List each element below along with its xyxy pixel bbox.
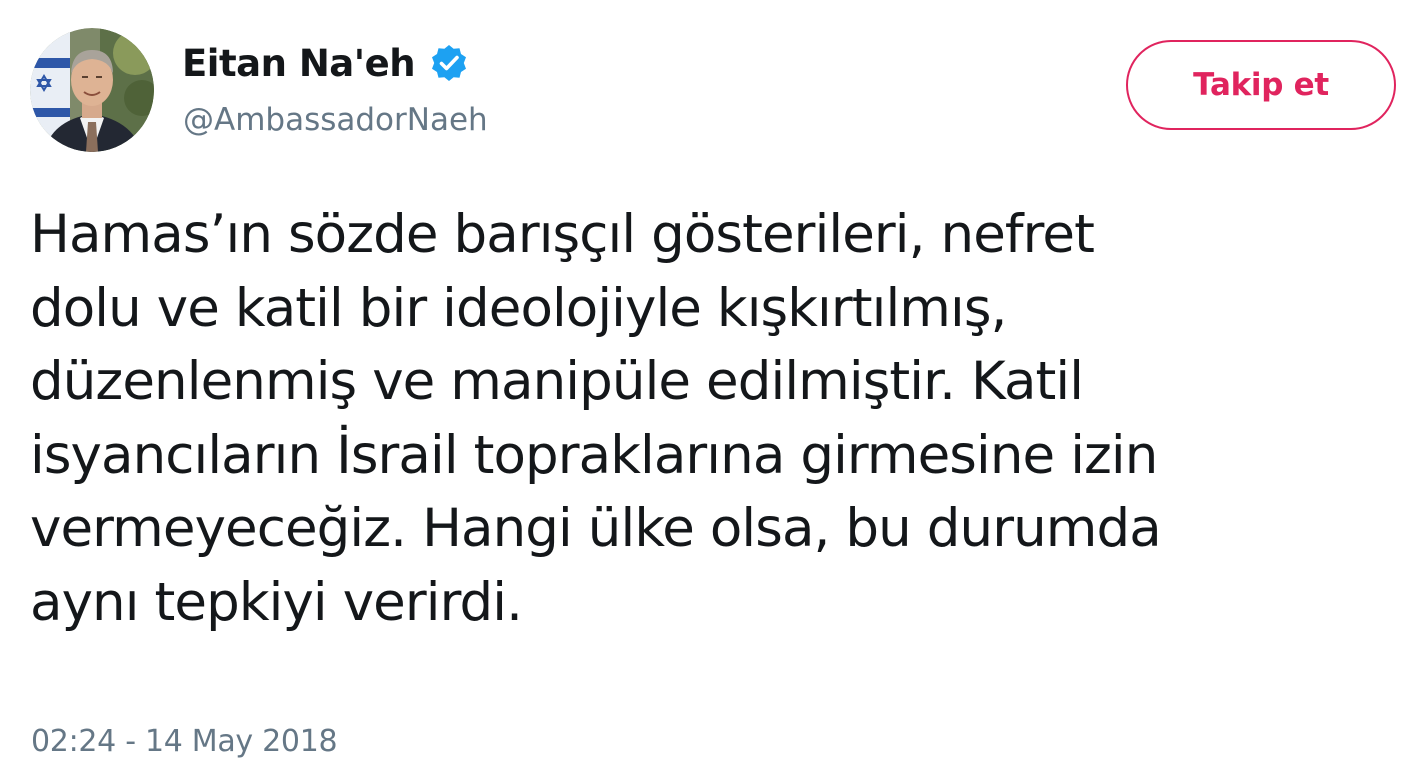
tweet-timestamp[interactable]: 02:24 - 14 May 2018 — [31, 724, 338, 759]
avatar[interactable] — [30, 28, 154, 152]
tweet-text: Hamas’ın sözde barışçıl gösterileri, nef… — [30, 204, 1162, 633]
follow-button[interactable]: Takip et — [1126, 40, 1396, 130]
tweet-card: Eitan Na'eh @AmbassadorNaeh Takip et Ham… — [0, 0, 1420, 775]
avatar-image — [30, 28, 154, 152]
author-name-row[interactable]: Eitan Na'eh — [182, 40, 469, 86]
verified-badge-icon — [429, 43, 469, 83]
author-display-name[interactable]: Eitan Na'eh — [182, 42, 416, 85]
author-handle[interactable]: @AmbassadorNaeh — [183, 102, 488, 138]
